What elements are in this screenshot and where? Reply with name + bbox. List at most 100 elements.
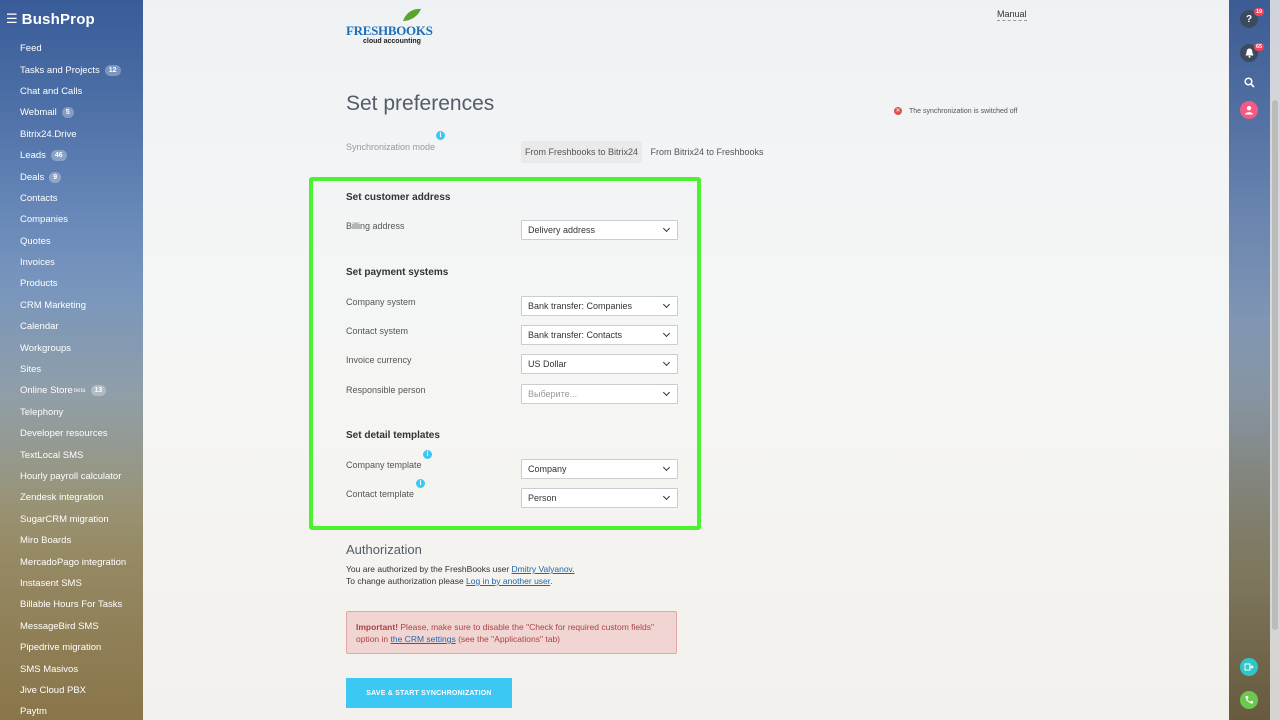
sidebar-item-calendar[interactable]: Calendar [0,316,143,337]
leaf-icon [403,8,421,21]
sidebar-item-sugarcrm-migration[interactable]: SugarCRM migration [0,509,143,530]
sidebar-item-label: CRM Marketing [20,299,86,311]
sidebar-item-textlocal-sms[interactable]: TextLocal SMS [0,444,143,465]
help-badge: 19 [1254,8,1265,16]
tab-freshbooks-to-bitrix[interactable]: From Freshbooks to Bitrix24 [521,141,642,163]
info-icon[interactable]: i [416,479,425,488]
phone-icon[interactable] [1240,691,1258,709]
sync-status: ✕ The synchronization is switched off [894,107,1017,115]
manual-link[interactable]: Manual [997,9,1027,21]
sidebar-item-label: Paytm [20,706,47,718]
sidebar-item-label: Quotes [20,235,51,247]
contact-system-label: Contact system [346,326,409,336]
tab-bitrix-to-freshbooks[interactable]: From Bitrix24 to Freshbooks [647,141,767,163]
sidebar-item-label: SMS Masivos [20,663,79,675]
exit-icon[interactable] [1240,658,1258,676]
sidebar-item-tasks-and-projects[interactable]: Tasks and Projects 12 [0,59,143,80]
sidebar-item-mercadopago-integration[interactable]: MercadoPago integration [0,551,143,572]
responsible-person-label: Responsible person [346,385,426,395]
error-icon: ✕ [894,107,902,115]
sidebar-item-feed[interactable]: Feed [0,38,143,59]
sidebar-item-deals[interactable]: Deals 9 [0,166,143,187]
sidebar-item-label: Pipedrive migration [20,642,102,654]
sidebar-item-label: Tasks and Projects [20,64,100,76]
avatar-icon[interactable] [1240,101,1258,119]
sidebar-item-telephony[interactable]: Telephony [0,402,143,423]
user-link[interactable]: Dmitry Valyanov. [512,564,575,574]
sidebar-item-developer-resources[interactable]: Developer resources [0,423,143,444]
company-template-value: Company [528,464,567,474]
sidebar-item-online-store[interactable]: Online Store beta 13 [0,380,143,401]
logo-subtext: cloud accounting [363,38,421,45]
contact-system-select[interactable]: Bank transfer: Contacts [521,325,678,345]
sidebar-item-bitrix24-drive[interactable]: Bitrix24.Drive [0,124,143,145]
relogin-link[interactable]: Log in by another user [466,576,550,586]
responsible-person-select[interactable]: Выберите... [521,384,678,404]
sidebar-item-paytm[interactable]: Paytm [0,701,143,720]
main-panel: FRESHBOOKS cloud accounting Manual Set p… [143,0,1229,720]
sidebar-item-instasent-sms[interactable]: Instasent SMS [0,573,143,594]
sidebar-item-invoices[interactable]: Invoices [0,252,143,273]
sidebar-item-label: Deals [20,171,45,183]
billing-address-select[interactable]: Delivery address [521,220,678,240]
sidebar-item-label: Bitrix24.Drive [20,128,77,140]
sidebar-item-quotes[interactable]: Quotes [0,231,143,252]
auth-line-text: To change authorization please [346,576,467,586]
sidebar-item-products[interactable]: Products [0,273,143,294]
sidebar-item-leads[interactable]: Leads 46 [0,145,143,166]
sidebar-item-label: Miro Boards [20,535,72,547]
crm-settings-link[interactable]: the CRM settings [391,634,456,644]
info-icon[interactable]: i [436,131,445,140]
sidebar-item-crm-marketing[interactable]: CRM Marketing [0,295,143,316]
sidebar-item-messagebird-sms[interactable]: MessageBird SMS [0,616,143,637]
sidebar-item-hourly-payroll-calculator[interactable]: Hourly payroll calculator [0,466,143,487]
sidebar-item-label: Telephony [20,406,64,418]
sidebar-item-label: Feed [20,43,42,55]
save-start-sync-button[interactable]: SAVE & START SYNCHRONIZATION [346,678,512,708]
invoice-currency-select[interactable]: US Dollar [521,354,678,374]
sidebar-item-label: Webmail [20,107,57,119]
brand-name[interactable]: BushProp [22,11,95,28]
customer-address-title: Set customer address [346,192,451,203]
sidebar-item-label: Zendesk integration [20,492,104,504]
billing-address-label: Billing address [346,221,405,231]
menu-icon[interactable]: ☰ [6,11,18,27]
company-template-select[interactable]: Company [521,459,678,479]
sidebar-item-contacts[interactable]: Contacts [0,188,143,209]
sidebar-item-label: SugarCRM migration [20,513,109,525]
left-sidebar: ☰ BushProp Feed Tasks and Projects 12 Chat … [0,0,143,720]
sidebar-item-workgroups[interactable]: Workgroups [0,337,143,358]
brand[interactable]: ☰ BushProp [0,0,143,38]
counter-badge: 13 [90,385,107,397]
notifications-badge: 65 [1254,43,1265,51]
sidebar-item-webmail[interactable]: Webmail 5 [0,102,143,123]
company-system-select[interactable]: Bank transfer: Companies [521,296,678,316]
scrollbar[interactable] [1270,0,1280,720]
info-icon[interactable]: i [423,450,432,459]
sidebar-item-billable-hours-for-tasks[interactable]: Billable Hours For Tasks [0,594,143,615]
beta-tag: beta [73,387,86,394]
sidebar-item-companies[interactable]: Companies [0,209,143,230]
authorization-title: Authorization [346,542,422,557]
sidebar-item-chat-and-calls[interactable]: Chat and Calls [0,81,143,102]
sidebar-item-jive-cloud-pbx[interactable]: Jive Cloud PBX [0,680,143,701]
sidebar-item-pipedrive-migration[interactable]: Pipedrive migration [0,637,143,658]
search-icon[interactable] [1240,73,1258,91]
company-system-label: Company system [346,297,416,307]
sidebar-item-sites[interactable]: Sites [0,359,143,380]
sidebar-item-miro-boards[interactable]: Miro Boards [0,530,143,551]
company-system-value: Bank transfer: Companies [528,301,633,311]
counter-badge: 12 [104,64,121,76]
responsible-person-placeholder: Выберите... [528,389,578,399]
auth-line-suffix: . [550,576,553,586]
sidebar-item-zendesk-integration[interactable]: Zendesk integration [0,487,143,508]
sidebar-item-label: Companies [20,214,69,226]
contact-template-select[interactable]: Person [521,488,678,508]
chevron-down-icon [662,492,671,501]
counter-badge: 9 [49,171,62,183]
scrollbar-thumb[interactable] [1272,100,1278,630]
freshbooks-logo: FRESHBOOKS cloud accounting [346,8,433,48]
detail-templates-title: Set detail templates [346,430,440,441]
sidebar-item-sms-masivos[interactable]: SMS Masivos [0,658,143,679]
auth-line-user: You are authorized by the FreshBooks use… [346,564,575,574]
